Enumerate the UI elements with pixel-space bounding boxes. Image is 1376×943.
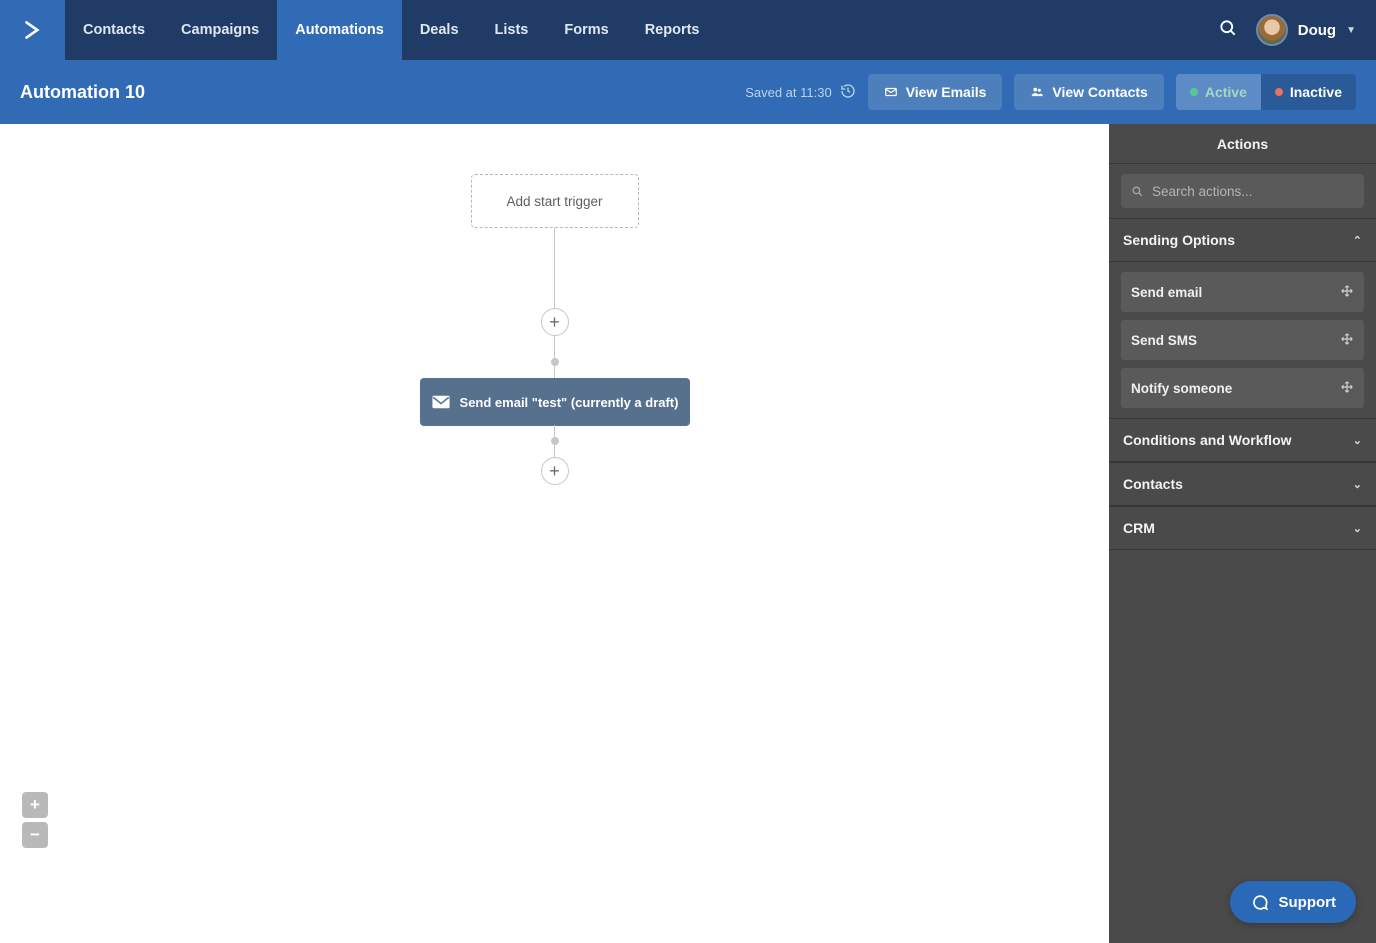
support-label: Support xyxy=(1279,894,1337,911)
nav-item-reports[interactable]: Reports xyxy=(627,0,718,60)
connector-line xyxy=(554,336,556,358)
nav-items: Contacts Campaigns Automations Deals Lis… xyxy=(65,0,718,60)
nav-item-lists[interactable]: Lists xyxy=(477,0,547,60)
nav-item-campaigns[interactable]: Campaigns xyxy=(163,0,277,60)
email-icon xyxy=(884,85,898,99)
action-send-sms-pill[interactable]: Send SMS xyxy=(1121,320,1364,360)
actions-panel-header: Actions xyxy=(1109,124,1376,164)
section-crm[interactable]: CRM ⌄ xyxy=(1109,506,1376,550)
actions-search[interactable] xyxy=(1121,174,1364,208)
connector-line xyxy=(554,425,556,437)
action-label: Send email xyxy=(1131,285,1202,300)
chevron-down-icon: ⌄ xyxy=(1353,522,1362,535)
main: Add start trigger + Send email "test" (c… xyxy=(0,124,1376,943)
email-icon xyxy=(431,395,451,409)
nav-item-deals[interactable]: Deals xyxy=(402,0,477,60)
status-inactive-dot-icon xyxy=(1275,88,1283,96)
zoom-out-button[interactable]: − xyxy=(22,822,48,848)
connector-dot xyxy=(551,437,559,445)
zoom-in-button[interactable]: + xyxy=(22,792,48,818)
sub-header: Automation 10 Saved at 11:30 View Emails… xyxy=(0,60,1376,124)
section-sending-options[interactable]: Sending Options ⌃ xyxy=(1109,218,1376,262)
actions-panel: Actions Sending Options ⌃ Send email Sen… xyxy=(1109,124,1376,943)
status-toggle: Active Inactive xyxy=(1176,74,1356,110)
flow: Add start trigger + Send email "test" (c… xyxy=(355,174,755,485)
nav-item-forms[interactable]: Forms xyxy=(546,0,626,60)
history-icon[interactable] xyxy=(840,83,856,102)
view-emails-label: View Emails xyxy=(906,84,987,100)
automation-title: Automation 10 xyxy=(20,82,145,103)
connector-line xyxy=(554,228,556,308)
top-nav: Contacts Campaigns Automations Deals Lis… xyxy=(0,0,1376,60)
saved-text: Saved at 11:30 xyxy=(745,85,832,100)
status-inactive-button[interactable]: Inactive xyxy=(1261,74,1356,110)
chevron-up-icon: ⌃ xyxy=(1353,234,1362,247)
support-button[interactable]: Support xyxy=(1230,881,1357,923)
connector-line xyxy=(554,445,556,457)
user-menu[interactable]: Doug ▼ xyxy=(1256,14,1356,46)
saved-status: Saved at 11:30 xyxy=(745,83,856,102)
chevron-down-icon: ▼ xyxy=(1346,25,1356,36)
contacts-icon xyxy=(1030,85,1044,99)
avatar xyxy=(1256,14,1288,46)
status-active-button[interactable]: Active xyxy=(1176,74,1261,110)
nav-item-contacts[interactable]: Contacts xyxy=(65,0,163,60)
section-title: Sending Options xyxy=(1123,232,1235,248)
action-block-label: Send email "test" (currently a draft) xyxy=(460,395,679,410)
view-contacts-label: View Contacts xyxy=(1052,84,1147,100)
add-node-1[interactable]: + xyxy=(541,308,569,336)
section-conditions[interactable]: Conditions and Workflow ⌄ xyxy=(1109,418,1376,462)
status-active-label: Active xyxy=(1205,84,1247,100)
action-send-email-pill[interactable]: Send email xyxy=(1121,272,1364,312)
status-active-dot-icon xyxy=(1190,88,1198,96)
action-label: Send SMS xyxy=(1131,333,1197,348)
section-title: Conditions and Workflow xyxy=(1123,432,1292,448)
action-notify-pill[interactable]: Notify someone xyxy=(1121,368,1364,408)
move-icon xyxy=(1340,380,1354,397)
search-icon xyxy=(1131,185,1144,198)
status-inactive-label: Inactive xyxy=(1290,84,1342,100)
automation-canvas[interactable]: Add start trigger + Send email "test" (c… xyxy=(0,124,1109,943)
connector-line xyxy=(554,366,556,378)
view-emails-button[interactable]: View Emails xyxy=(868,74,1003,110)
section-sending-options-body: Send email Send SMS Notify someone xyxy=(1109,262,1376,418)
connector-dot xyxy=(551,358,559,366)
move-icon xyxy=(1340,332,1354,349)
add-node-2[interactable]: + xyxy=(541,457,569,485)
user-name: Doug xyxy=(1298,22,1336,39)
action-label: Notify someone xyxy=(1131,381,1232,396)
section-title: CRM xyxy=(1123,520,1155,536)
chevron-down-icon: ⌄ xyxy=(1353,478,1362,491)
action-send-email[interactable]: Send email "test" (currently a draft) xyxy=(420,378,690,426)
add-start-trigger[interactable]: Add start trigger xyxy=(471,174,639,228)
logo-icon xyxy=(20,17,46,43)
section-title: Contacts xyxy=(1123,476,1183,492)
logo[interactable] xyxy=(0,0,65,60)
actions-search-input[interactable] xyxy=(1152,184,1354,199)
section-contacts[interactable]: Contacts ⌄ xyxy=(1109,462,1376,506)
sub-header-right: Saved at 11:30 View Emails View Contacts… xyxy=(745,74,1356,110)
top-nav-right: Doug ▼ xyxy=(1218,0,1376,60)
search-icon[interactable] xyxy=(1218,18,1238,43)
move-icon xyxy=(1340,284,1354,301)
view-contacts-button[interactable]: View Contacts xyxy=(1014,74,1163,110)
actions-search-wrap xyxy=(1109,164,1376,218)
chat-icon xyxy=(1250,893,1269,912)
chevron-down-icon: ⌄ xyxy=(1353,434,1362,447)
zoom-controls: + − xyxy=(22,792,48,848)
nav-item-automations[interactable]: Automations xyxy=(277,0,402,60)
